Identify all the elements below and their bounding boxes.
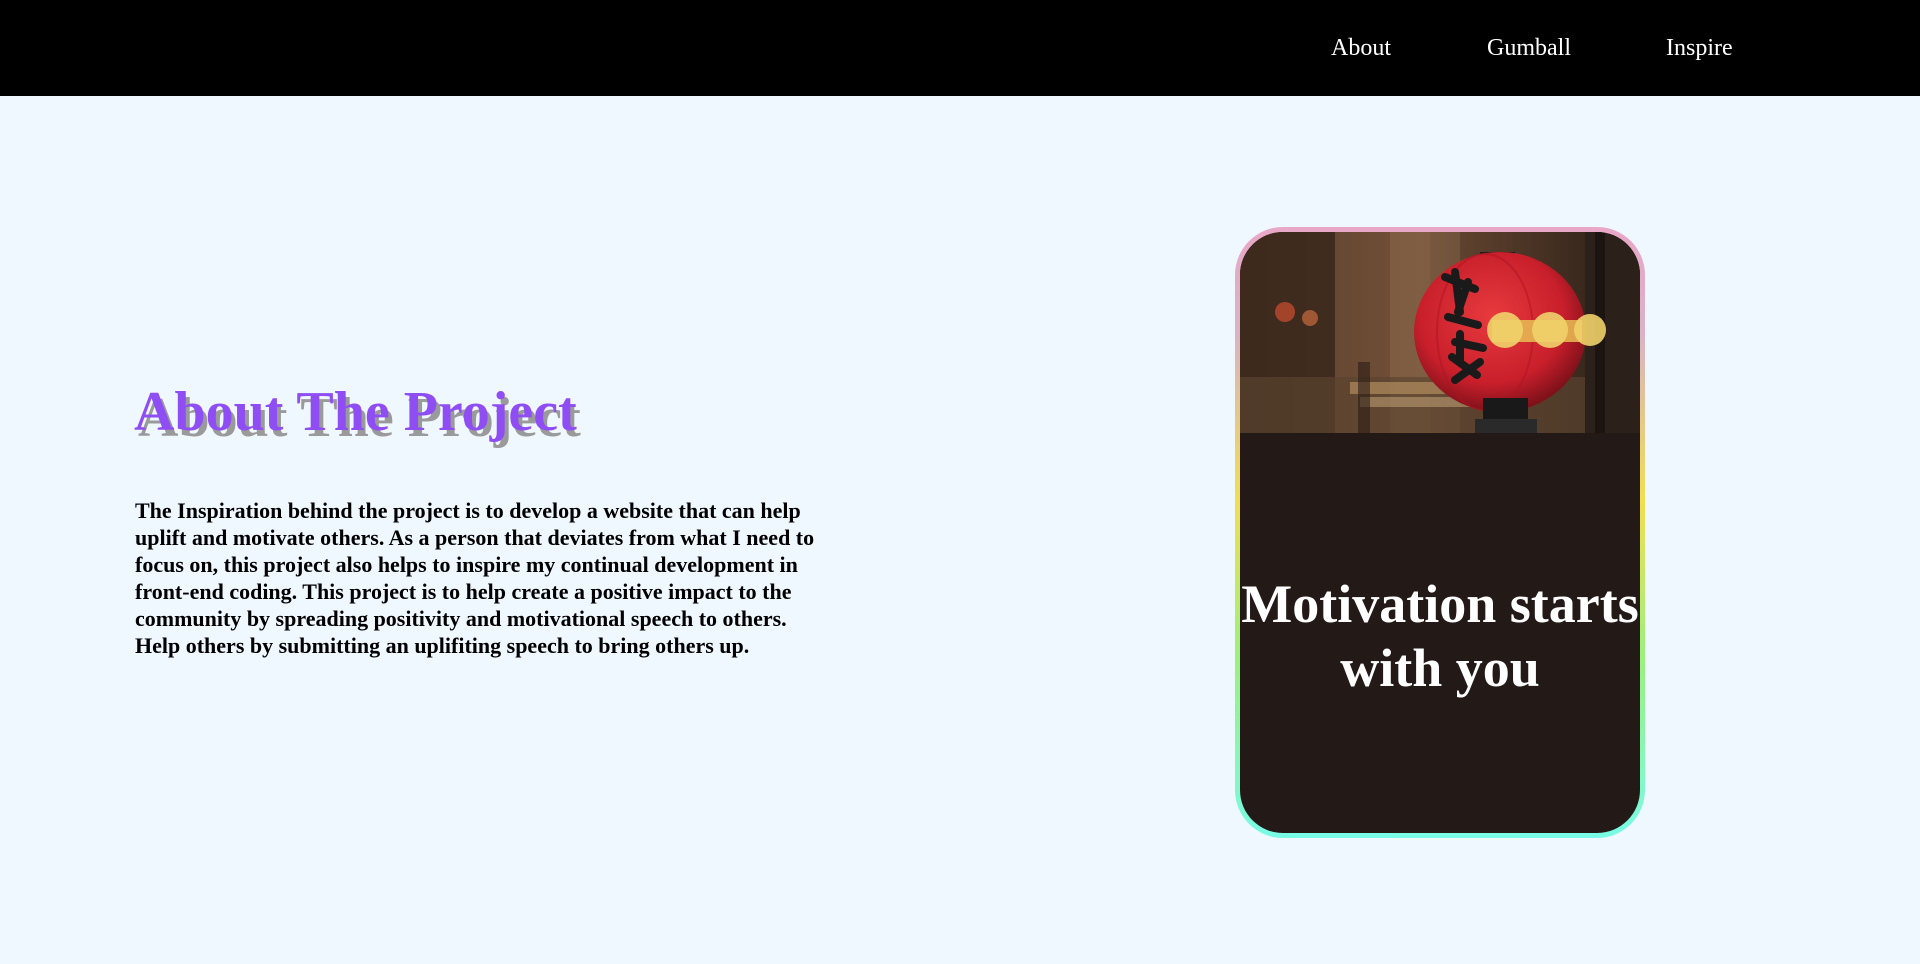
- project-description: The Inspiration behind the project is to…: [135, 498, 815, 658]
- nav-link-gumball[interactable]: Gumball: [1487, 33, 1571, 63]
- nav-link-inspire[interactable]: Inspire: [1666, 33, 1733, 63]
- motivation-card-inner: Motivation starts with you: [1240, 232, 1640, 833]
- motivation-slogan: Motivation starts with you: [1241, 574, 1639, 698]
- lantern-photo: [1240, 232, 1640, 433]
- page-title: About The Project: [134, 381, 577, 443]
- motivation-card: Motivation starts with you: [1235, 227, 1645, 838]
- nav-link-about[interactable]: About: [1331, 33, 1391, 63]
- top-navbar: About Gumball Inspire: [0, 0, 1920, 96]
